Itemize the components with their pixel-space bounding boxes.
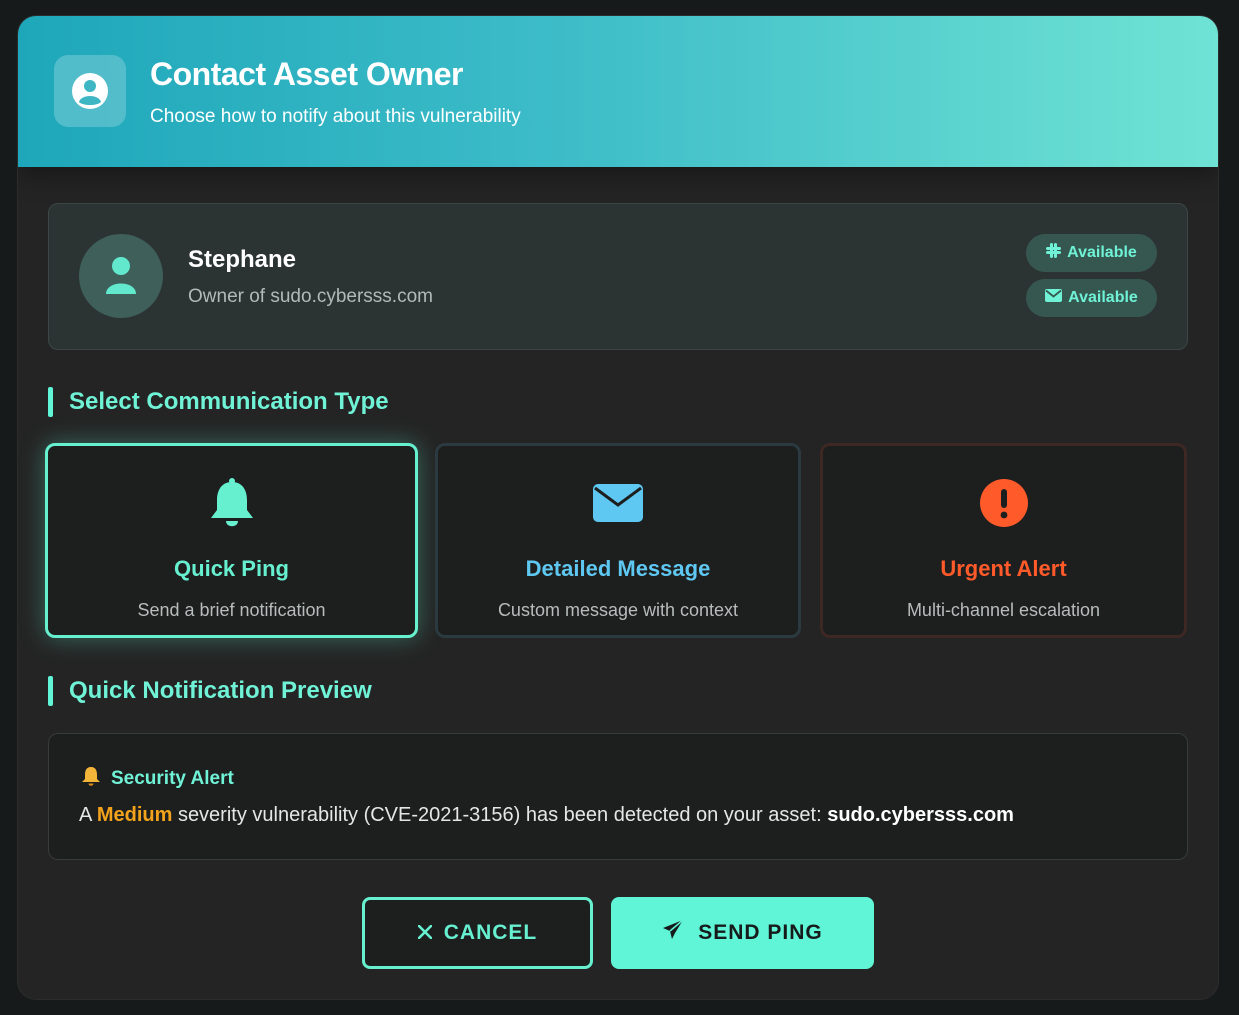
section-accent-bar: [48, 676, 53, 706]
email-status-badge: Available: [1026, 279, 1157, 317]
section-title-text: Select Communication Type: [69, 388, 389, 415]
preview-heading: Security Alert: [81, 766, 234, 792]
user-circle-icon: [54, 55, 126, 127]
quick-ping-description: Send a brief notification: [137, 600, 326, 620]
owner-role: Owner of sudo.cybersss.com: [188, 286, 433, 307]
preview-message: A Medium severity vulnerability (CVE-202…: [79, 804, 1014, 827]
envelope-icon: [1045, 289, 1063, 307]
slack-status-label: Available: [1067, 244, 1137, 261]
urgent-alert-description: Multi-channel escalation: [906, 600, 1101, 620]
preview-prefix: A: [79, 804, 92, 826]
exclamation-circle-icon: [979, 476, 1029, 530]
send-ping-label: SEND PING: [698, 921, 823, 944]
cancel-button[interactable]: CANCEL: [362, 897, 593, 969]
contact-owner-modal: Contact Asset Owner Choose how to notify…: [18, 16, 1218, 999]
paper-plane-icon: [662, 919, 684, 947]
urgent-alert-option[interactable]: Urgent Alert Multi-channel escalation: [820, 443, 1187, 638]
detailed-message-description: Custom message with context: [497, 600, 739, 620]
notification-preview: Security Alert A Medium severity vulnera…: [48, 733, 1188, 860]
modal-title: Contact Asset Owner: [150, 56, 463, 92]
communication-section-title: Select Communication Type: [48, 387, 389, 417]
close-icon: [417, 921, 433, 945]
owner-name: Stephane: [188, 246, 297, 273]
asset-name: sudo.cybersss.com: [827, 804, 1014, 826]
slack-icon: [1046, 243, 1062, 263]
detailed-message-option[interactable]: Detailed Message Custom message with con…: [435, 443, 801, 638]
severity-label: Medium: [96, 804, 173, 826]
preview-text: severity vulnerability (CVE-2021-3156) h…: [177, 804, 822, 826]
quick-ping-title: Quick Ping: [174, 556, 289, 581]
detailed-message-title: Detailed Message: [525, 556, 711, 581]
owner-card: Stephane Owner of sudo.cybersss.com Avai…: [48, 203, 1188, 350]
bell-icon: [81, 766, 101, 792]
section-title-text: Quick Notification Preview: [69, 677, 372, 704]
slack-status-badge: Available: [1026, 234, 1157, 272]
section-accent-bar: [48, 387, 53, 417]
send-ping-button[interactable]: SEND PING: [611, 897, 874, 969]
bell-icon: [209, 476, 255, 530]
avatar: [79, 234, 163, 318]
modal-header: Contact Asset Owner Choose how to notify…: [18, 16, 1218, 167]
urgent-alert-title: Urgent Alert: [940, 556, 1067, 581]
quick-ping-option[interactable]: Quick Ping Send a brief notification: [45, 443, 418, 638]
email-status-label: Available: [1068, 289, 1138, 306]
cancel-label: CANCEL: [443, 921, 538, 944]
envelope-icon: [593, 476, 643, 530]
user-icon: [106, 257, 136, 294]
modal-subtitle: Choose how to notify about this vulnerab…: [150, 106, 521, 127]
preview-section-title: Quick Notification Preview: [48, 676, 372, 706]
preview-heading-text: Security Alert: [111, 768, 234, 789]
